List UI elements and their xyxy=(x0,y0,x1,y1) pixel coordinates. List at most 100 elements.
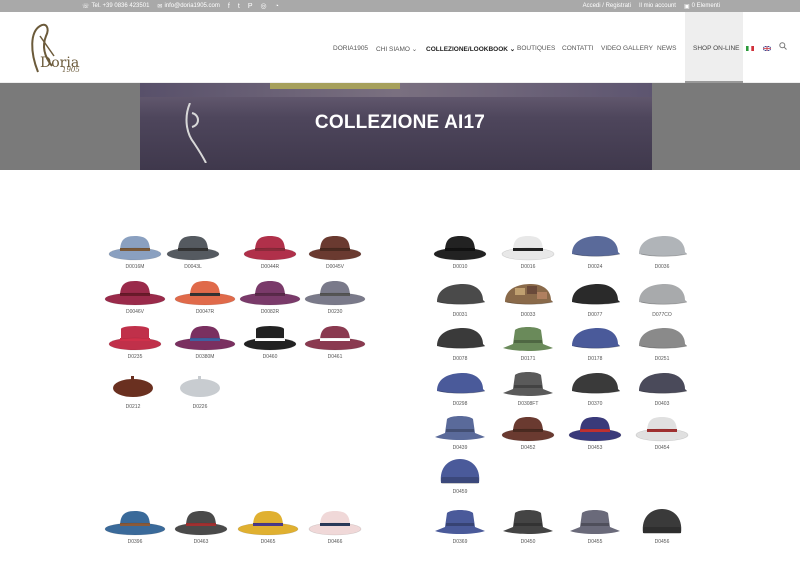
hat-item[interactable]: D077CO xyxy=(627,278,697,322)
pinterest-icon[interactable]: P xyxy=(248,3,253,10)
hat-image xyxy=(440,459,480,484)
nav-news[interactable]: NEWS xyxy=(657,45,677,52)
nav-video-gallery[interactable]: VIDEO GALLERY xyxy=(601,45,653,52)
hat-item[interactable]: D0455 xyxy=(560,505,630,549)
hat-item[interactable]: D0036 xyxy=(627,230,697,274)
hat-code: D0078 xyxy=(452,356,468,362)
hat-item[interactable]: D0466 xyxy=(300,505,370,549)
hat-image xyxy=(572,328,621,349)
hat-item[interactable]: D0308FT xyxy=(493,367,563,411)
hat-item[interactable]: D0459 xyxy=(425,455,495,499)
hat-code: D0455 xyxy=(587,539,603,545)
hat-item[interactable]: D0439 xyxy=(425,411,495,455)
mail-icon: ✉ xyxy=(157,3,163,10)
hat-item[interactable]: D0212 xyxy=(98,370,168,414)
hat-code: D0016 xyxy=(520,264,536,270)
uk-flag-icon[interactable] xyxy=(763,46,771,51)
hat-image xyxy=(503,372,553,396)
hat-code: D0459 xyxy=(452,489,468,495)
chevron-down-icon: ⌄ xyxy=(509,46,516,53)
hat-image xyxy=(435,510,485,534)
hat-item[interactable]: D0461 xyxy=(300,320,370,364)
hat-item[interactable]: D0082R xyxy=(235,275,305,319)
hat-code: D0369 xyxy=(452,539,468,545)
hat-image xyxy=(503,327,553,351)
hat-item[interactable]: D0024 xyxy=(560,230,630,274)
nav-contatti[interactable]: CONTATTI xyxy=(562,45,594,52)
facebook-icon[interactable]: f xyxy=(228,3,230,10)
hat-item[interactable]: D0465 xyxy=(233,505,303,549)
phone-contact[interactable]: ☏ Tel. +39 0836 423501 xyxy=(82,3,149,10)
nav-collezione[interactable]: COLLEZIONE/LOOKBOOK ⌄ xyxy=(426,45,515,53)
hat-item[interactable]: D0016 xyxy=(493,230,563,274)
hat-item[interactable]: D0251 xyxy=(627,322,697,366)
hat-item[interactable]: D0046V xyxy=(100,275,170,319)
hat-image xyxy=(108,326,162,351)
hat-item[interactable]: D0298 xyxy=(425,367,495,411)
nav-chi-siamo[interactable]: CHI SIAMO ⌄ xyxy=(376,45,417,53)
hat-image xyxy=(572,236,621,257)
hat-image xyxy=(437,328,486,349)
hat-item[interactable]: D0226 xyxy=(165,370,235,414)
hat-item[interactable]: D0452 xyxy=(493,411,563,455)
hat-item[interactable]: D0230 xyxy=(300,275,370,319)
hat-item[interactable]: D0454 xyxy=(627,411,697,455)
hat-item[interactable]: D0370 xyxy=(560,367,630,411)
hat-image xyxy=(639,328,688,349)
italian-flag-icon[interactable] xyxy=(746,46,754,51)
hat-code: D0044R xyxy=(260,264,280,270)
hat-item[interactable]: D0456 xyxy=(627,505,697,549)
hero-banner: COLLEZIONE AI17 xyxy=(0,83,800,170)
hat-item[interactable]: D0033 xyxy=(493,278,563,322)
hat-image xyxy=(639,236,688,257)
hat-item[interactable]: D0463 xyxy=(166,505,236,549)
email-contact[interactable]: ✉ info@doria1905.com xyxy=(157,3,220,10)
account-link[interactable]: Il mio account xyxy=(639,3,676,9)
hat-image xyxy=(243,326,297,351)
hat-code: D0380M xyxy=(195,354,215,360)
hat-item[interactable]: D0396 xyxy=(100,505,170,549)
hat-image xyxy=(166,236,220,261)
hat-image xyxy=(435,416,485,440)
hat-item[interactable]: D0369 xyxy=(425,505,495,549)
hat-image xyxy=(304,326,366,351)
hat-item[interactable]: D0010 xyxy=(425,230,495,274)
hat-code: D0033 xyxy=(520,312,536,318)
hat-item[interactable]: D0453 xyxy=(560,411,630,455)
search-icon[interactable] xyxy=(779,42,787,50)
nav-doria1905[interactable]: DORIA1905 xyxy=(333,45,368,52)
hat-item[interactable]: D0044R xyxy=(235,230,305,274)
rss-icon[interactable]: ◔ xyxy=(275,3,279,10)
hat-item[interactable]: D0078 xyxy=(425,322,495,366)
hat-item[interactable]: D0171 xyxy=(493,322,563,366)
hat-code: D0212 xyxy=(125,404,141,410)
hat-item[interactable]: D0043L xyxy=(158,230,228,274)
hat-item[interactable]: D0047R xyxy=(170,275,240,319)
hat-item[interactable]: D0178 xyxy=(560,322,630,366)
nav-boutiques[interactable]: BOUTIQUES xyxy=(517,45,555,52)
hat-item[interactable]: D0031 xyxy=(425,278,495,322)
hat-item[interactable]: D0045V xyxy=(300,230,370,274)
hat-code: D0230 xyxy=(327,309,343,315)
hat-item[interactable]: D0403 xyxy=(627,367,697,411)
login-link[interactable]: Accedi / Registrati xyxy=(583,3,631,9)
hat-item[interactable]: D0460 xyxy=(235,320,305,364)
twitter-icon[interactable]: t xyxy=(238,3,240,10)
hat-code: D0036 xyxy=(654,264,670,270)
hat-image xyxy=(437,284,486,305)
hat-image xyxy=(113,376,153,397)
hat-code: D0298 xyxy=(452,401,468,407)
hat-code: D0308FT xyxy=(517,401,539,407)
hat-item[interactable]: D0450 xyxy=(493,505,563,549)
hat-code: D0043L xyxy=(184,264,202,270)
hat-image xyxy=(639,284,688,305)
hat-code: D0082R xyxy=(260,309,280,315)
cart-link[interactable]: ▣ 0 Elementi xyxy=(684,3,720,10)
hat-item[interactable]: D0235 xyxy=(100,320,170,364)
hat-image xyxy=(180,376,220,397)
hat-item[interactable]: D0077 xyxy=(560,278,630,322)
shop-online-button[interactable]: SHOP ON-LINE xyxy=(685,12,743,83)
hat-item[interactable]: D0380M xyxy=(170,320,240,364)
instagram-icon[interactable]: ◎ xyxy=(260,2,266,10)
hat-code: D0460 xyxy=(262,354,278,360)
